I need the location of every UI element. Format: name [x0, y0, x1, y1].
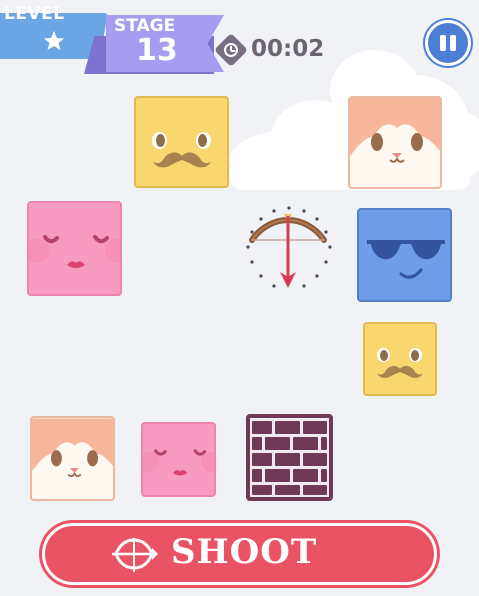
cat-face-icon [350, 98, 440, 163]
stage-number: 13 [136, 33, 178, 68]
level-label: LEVEL [4, 4, 65, 24]
pause-button[interactable] [425, 20, 471, 66]
yellow-mustache-block[interactable] [363, 322, 437, 396]
clock-icon [214, 33, 248, 67]
star-icon [44, 31, 64, 50]
pink-block[interactable] [27, 201, 122, 296]
blue-sunglasses-block[interactable] [357, 208, 452, 302]
mustache-icon [153, 152, 211, 168]
bow-arrow-icon[interactable] [238, 200, 340, 300]
timer-text: 00:02 [251, 36, 325, 62]
cat-block[interactable] [348, 96, 442, 189]
blush-face-icon [154, 449, 207, 476]
crossbow-icon [112, 538, 158, 572]
mustache-icon [377, 366, 423, 378]
sunglasses-icon [367, 240, 445, 279]
brick-wall-icon [250, 418, 329, 497]
pink-block[interactable] [141, 422, 216, 497]
blush-face-icon [43, 235, 109, 268]
yellow-mustache-block[interactable] [134, 96, 229, 188]
shoot-label: SHOOT [171, 532, 318, 572]
cat-block[interactable] [30, 416, 115, 501]
cat-face-icon [32, 418, 113, 478]
brick-wall-block [246, 414, 333, 501]
